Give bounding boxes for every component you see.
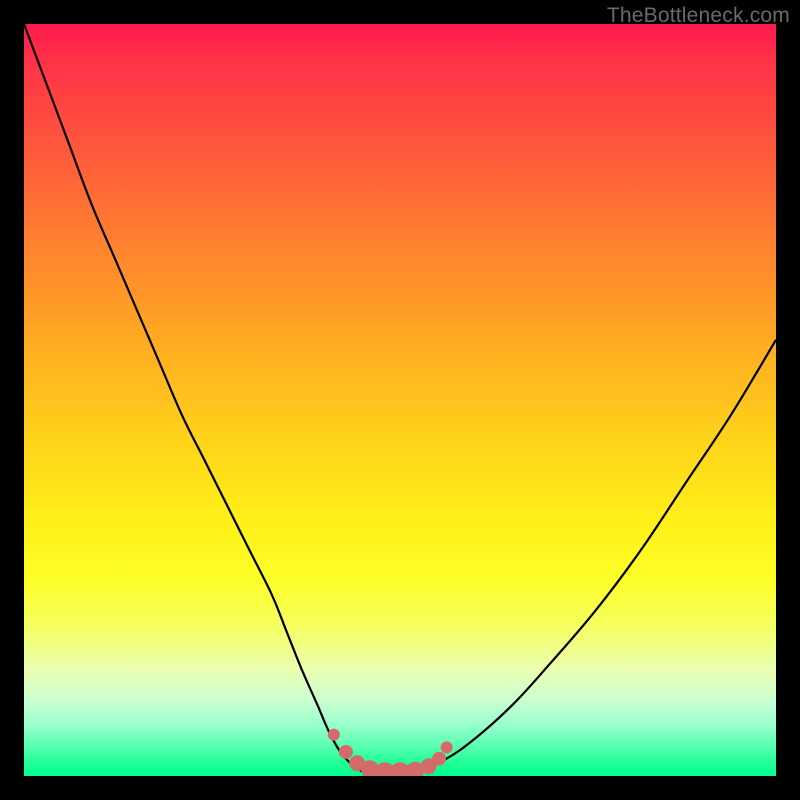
outer-frame: TheBottleneck.com bbox=[0, 0, 800, 800]
optimal-dot bbox=[441, 741, 453, 753]
optimal-dot bbox=[432, 752, 446, 766]
chart-svg bbox=[24, 24, 776, 776]
optimal-dot bbox=[328, 729, 340, 741]
bottleneck-curve bbox=[24, 24, 776, 776]
watermark-text: TheBottleneck.com bbox=[607, 4, 790, 28]
optimal-markers bbox=[328, 729, 453, 776]
plot-area bbox=[24, 24, 776, 776]
optimal-dot bbox=[339, 745, 353, 759]
